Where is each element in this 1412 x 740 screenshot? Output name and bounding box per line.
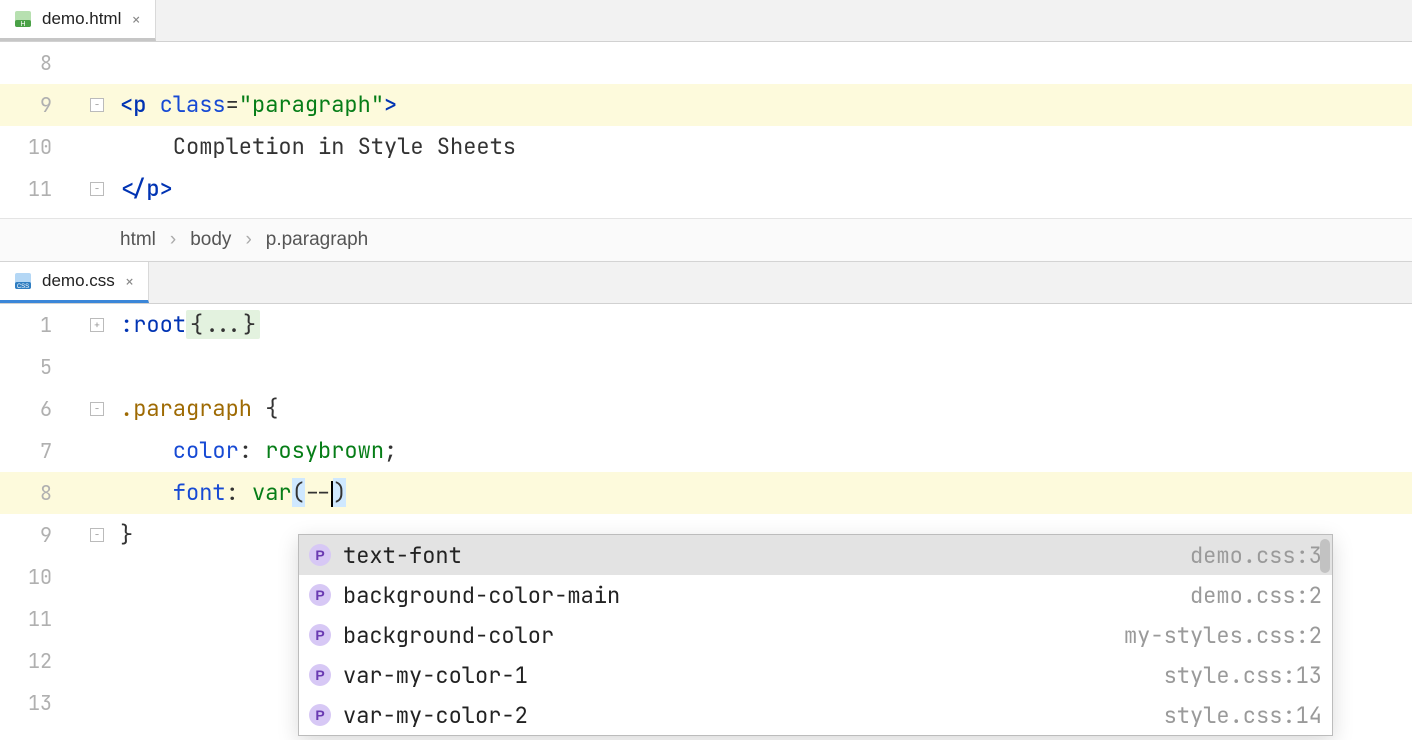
- chevron-right-icon: ›: [245, 229, 251, 251]
- code-line[interactable]: :root{...}: [108, 304, 1412, 346]
- completion-popup: P text-font demo.css:3 P background-colo…: [298, 534, 1333, 736]
- html-file-icon: H: [14, 10, 32, 28]
- line-number: 12: [0, 640, 70, 682]
- line-number: 1: [0, 304, 70, 346]
- completion-label: background-color-main: [343, 581, 1178, 610]
- line-number: 10: [0, 126, 70, 168]
- completion-label: var-my-color-1: [343, 661, 1152, 690]
- line-number: 11: [0, 168, 70, 210]
- completion-location: demo.css:2: [1190, 581, 1322, 610]
- css-tab-bar: CSS demo.css ×: [0, 262, 1412, 304]
- line-number: 7: [0, 430, 70, 472]
- completion-location: demo.css:3: [1190, 541, 1322, 570]
- completion-label: var-my-color-2: [343, 701, 1152, 730]
- fold-marker-icon[interactable]: −: [90, 182, 104, 196]
- line-number: 5: [0, 346, 70, 388]
- code-line[interactable]: <p class="paragraph">: [108, 84, 1412, 126]
- line-number: 8: [0, 42, 70, 84]
- svg-text:CSS: CSS: [17, 284, 29, 290]
- completion-item[interactable]: P background-color my-styles.css:2: [299, 615, 1332, 655]
- property-badge-icon: P: [309, 704, 331, 726]
- tab-label: demo.html: [42, 9, 121, 29]
- breadcrumb-item[interactable]: p.paragraph: [266, 229, 368, 251]
- property-badge-icon: P: [309, 664, 331, 686]
- tab-demo-html[interactable]: H demo.html ×: [0, 0, 156, 41]
- line-number: 9: [0, 514, 70, 556]
- fold-marker-icon[interactable]: −: [90, 402, 104, 416]
- code-line[interactable]: </p>: [108, 168, 1412, 210]
- property-badge-icon: P: [309, 544, 331, 566]
- completion-location: style.css:13: [1164, 661, 1322, 690]
- line-number: 11: [0, 598, 70, 640]
- code-line[interactable]: font: var(--): [108, 472, 1412, 514]
- breadcrumb-item[interactable]: html: [120, 229, 156, 251]
- code-line[interactable]: Completion in Style Sheets: [108, 126, 1412, 168]
- code-line[interactable]: .paragraph {: [108, 388, 1412, 430]
- code-line[interactable]: color: rosybrown;: [108, 430, 1412, 472]
- svg-text:H: H: [20, 21, 25, 28]
- tab-label: demo.css: [42, 271, 115, 291]
- close-icon[interactable]: ×: [125, 271, 135, 292]
- completion-item[interactable]: P text-font demo.css:3: [299, 535, 1332, 575]
- line-number: 6: [0, 388, 70, 430]
- completion-item[interactable]: P var-my-color-2 style.css:14: [299, 695, 1332, 735]
- completion-item[interactable]: P background-color-main demo.css:2: [299, 575, 1332, 615]
- css-file-icon: CSS: [14, 272, 32, 290]
- completion-location: style.css:14: [1164, 701, 1322, 730]
- tab-demo-css[interactable]: CSS demo.css ×: [0, 262, 149, 303]
- completion-label: background-color: [343, 621, 1112, 650]
- fold-marker-icon[interactable]: −: [90, 528, 104, 542]
- chevron-right-icon: ›: [170, 229, 176, 251]
- line-number: 8: [0, 472, 70, 514]
- property-badge-icon: P: [309, 584, 331, 606]
- breadcrumb-item[interactable]: body: [190, 229, 231, 251]
- scrollbar[interactable]: [1320, 539, 1330, 573]
- completion-label: text-font: [343, 541, 1178, 570]
- completion-item[interactable]: P var-my-color-1 style.css:13: [299, 655, 1332, 695]
- close-icon[interactable]: ×: [131, 9, 141, 30]
- html-tab-bar: H demo.html ×: [0, 0, 1412, 42]
- completion-location: my-styles.css:2: [1124, 621, 1322, 650]
- html-editor[interactable]: 8 9 − <p class="paragraph"> 10 Completio…: [0, 42, 1412, 218]
- line-number: 9: [0, 84, 70, 126]
- line-number: 13: [0, 682, 70, 724]
- fold-expand-icon[interactable]: +: [90, 318, 104, 332]
- property-badge-icon: P: [309, 624, 331, 646]
- line-number: 10: [0, 556, 70, 598]
- fold-marker-icon[interactable]: −: [90, 98, 104, 112]
- breadcrumb[interactable]: html › body › p.paragraph: [0, 218, 1412, 262]
